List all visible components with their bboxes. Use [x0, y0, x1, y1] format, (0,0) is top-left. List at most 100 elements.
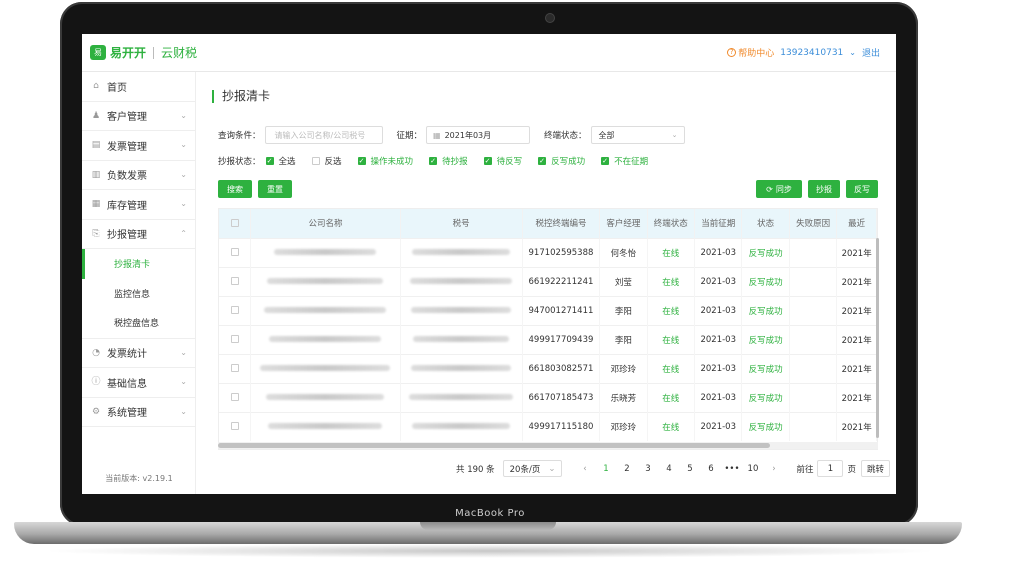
page-number[interactable]: 10 — [742, 464, 763, 474]
sidebar-item[interactable]: ♟ 客户管理 ⌄ — [82, 102, 195, 131]
sidebar-item[interactable]: ◔ 发票统计 ⌄ — [82, 339, 195, 368]
terminal-number-cell: 499917115180 — [522, 411, 601, 441]
page-size-select[interactable]: 20条/页 ⌄ — [502, 460, 563, 477]
status-checkbox[interactable]: ✓ 全选 — [265, 155, 296, 167]
goto-page-input[interactable]: 1 — [817, 460, 844, 477]
table-row[interactable]: 947001271411 李阳 在线 2021-03 反写成功 2021年 — [219, 295, 877, 325]
tax-id-cell — [400, 411, 523, 441]
table-row[interactable]: 917102595388 何冬怡 在线 2021-03 反写成功 2021年 — [219, 237, 877, 267]
sidebar-item[interactable]: ▥ 负数发票 ⌄ — [82, 161, 195, 190]
terminal-status-label: 终端状态： — [544, 131, 587, 141]
row-checkbox-cell[interactable] — [219, 295, 252, 325]
help-center-label: 帮助中心 — [738, 49, 775, 59]
row-checkbox-cell[interactable] — [219, 411, 252, 441]
table-row[interactable]: 499917115180 邓珍玲 在线 2021-03 反写成功 2021年 — [219, 411, 877, 441]
chevron-down-icon[interactable]: ⌄ — [849, 48, 856, 57]
help-center-link[interactable]: ? 帮助中心 — [727, 46, 774, 59]
state-cell: 反写成功 — [741, 295, 790, 325]
company-name-cell — [250, 353, 401, 383]
checkbox-label: 反选 — [324, 157, 342, 167]
row-checkbox[interactable] — [230, 335, 239, 343]
row-checkbox[interactable] — [230, 422, 239, 431]
status-checkbox[interactable]: ✓ 操作未成功 — [357, 155, 413, 167]
row-checkbox[interactable] — [230, 306, 239, 314]
status-checkbox[interactable]: ✓ 待抄报 — [429, 155, 468, 167]
horizontal-scroll-thumb[interactable] — [218, 443, 770, 448]
page-number[interactable]: 2 — [616, 464, 637, 474]
user-phone[interactable]: 13923410731 — [780, 48, 843, 58]
reset-button[interactable]: 重置 — [258, 180, 292, 198]
row-checkbox[interactable] — [230, 364, 239, 372]
redacted-company-name — [269, 336, 382, 342]
jump-button[interactable]: 跳转 — [860, 460, 890, 477]
logo-subtitle: 云财税 — [161, 46, 198, 60]
table-row[interactable]: 499917709439 李阳 在线 2021-03 反写成功 2021年 — [219, 324, 877, 354]
page-number[interactable]: 3 — [637, 464, 658, 474]
app-screen: 易 易开开 云财税 ? 帮助中心 13923410731 ⌄ 退出 ⌂ 首页 ♟ 客户… — [82, 34, 896, 494]
row-checkbox-cell[interactable] — [219, 353, 252, 383]
sidebar-subitem[interactable]: 监控信息 — [82, 279, 195, 309]
sidebar-item-label: 发票统计 — [107, 349, 147, 361]
period-cell: 2021-03 — [694, 237, 743, 267]
period-value: 2021年03月 — [444, 130, 492, 140]
search-button[interactable]: 搜索 — [218, 180, 252, 198]
select-all-checkbox-cell[interactable] — [219, 209, 252, 238]
table-row[interactable]: 661922211241 刘莹 在线 2021-03 反写成功 2021年 — [219, 266, 877, 296]
status-checkbox[interactable]: 反选 — [311, 155, 342, 167]
report-button[interactable]: 抄报 — [808, 180, 840, 198]
redacted-company-name — [264, 307, 387, 313]
row-checkbox[interactable] — [230, 248, 239, 256]
sidebar-item[interactable]: ▦ 库存管理 ⌄ — [82, 190, 195, 220]
next-page-button[interactable]: › — [763, 464, 784, 474]
status-checkbox[interactable]: ✓ 反写成功 — [538, 155, 585, 167]
column-header: 终端状态 — [647, 209, 696, 238]
row-checkbox[interactable] — [230, 393, 239, 401]
page-number[interactable]: 5 — [679, 464, 700, 474]
calendar-icon: ▦ — [433, 130, 441, 140]
table-row[interactable]: 661803082571 邓珍玲 在线 2021-03 反写成功 2021年 — [219, 353, 877, 383]
checkbox-icon — [311, 157, 320, 165]
terminal-status-cell: 在线 — [647, 411, 696, 441]
table-row[interactable]: 661707185473 乐晓芳 在线 2021-03 反写成功 2021年 — [219, 382, 877, 412]
select-all-checkbox[interactable] — [230, 218, 239, 227]
sidebar-item[interactable]: ⓘ 基础信息 ⌄ — [82, 368, 195, 398]
terminal-number-cell: 661803082571 — [522, 353, 601, 383]
terminal-status-cell: 在线 — [647, 266, 696, 296]
redacted-company-name — [266, 394, 385, 400]
prev-page-button[interactable]: ‹ — [574, 464, 595, 474]
search-input[interactable]: 请输入公司名称/公司税号 — [264, 126, 383, 144]
row-checkbox-cell[interactable] — [219, 324, 252, 354]
device-label: MacBook Pro — [455, 508, 525, 519]
sync-button[interactable]: ⟳ 同步 — [756, 180, 802, 198]
page-number[interactable]: 1 — [595, 464, 616, 474]
sidebar-subitem[interactable]: 税控盘信息 — [82, 308, 195, 338]
status-checkbox[interactable]: ✓ 待反写 — [483, 155, 522, 167]
goto-label: 前往 — [796, 464, 814, 475]
period-date-picker[interactable]: ▦ 2021年03月 — [426, 126, 531, 144]
redacted-tax-id — [411, 307, 512, 313]
sidebar-item-label: 发票管理 — [107, 141, 147, 153]
logout-link[interactable]: 退出 — [862, 46, 880, 59]
row-checkbox-cell[interactable] — [219, 382, 252, 412]
row-checkbox[interactable] — [230, 277, 239, 285]
redacted-company-name — [274, 249, 377, 255]
invoice-icon: ▤ — [91, 140, 101, 151]
vertical-scroll-thumb[interactable] — [876, 238, 879, 438]
terminal-status-select[interactable]: 全部 ⌄ — [590, 126, 685, 144]
sidebar-item[interactable]: ⚙ 系统管理 ⌄ — [82, 398, 195, 427]
checkbox-icon: ✓ — [429, 157, 438, 165]
row-checkbox-cell[interactable] — [219, 266, 252, 296]
row-checkbox-cell[interactable] — [219, 237, 252, 267]
sidebar: ⌂ 首页 ♟ 客户管理 ⌄ ▤ 发票管理 ⌄ ▥ 负数发票 ⌄ ▦ 库存管理 ⌄ ⎘ 抄报管理 ⌃ 抄报清卡 监控… — [82, 72, 196, 494]
page-number[interactable]: 4 — [658, 464, 679, 474]
period-cell: 2021-03 — [694, 353, 743, 383]
manager-cell: 李阳 — [599, 295, 648, 325]
sidebar-subitem[interactable]: 抄报清卡 — [82, 249, 195, 279]
page-number[interactable]: ••• — [721, 464, 742, 474]
sidebar-item[interactable]: ⎘ 抄报管理 ⌃ — [82, 220, 195, 249]
page-number[interactable]: 6 — [700, 464, 721, 474]
status-checkbox[interactable]: ✓ 不在征期 — [601, 155, 648, 167]
writeback-button[interactable]: 反写 — [846, 180, 878, 198]
sidebar-item[interactable]: ▤ 发票管理 ⌄ — [82, 131, 195, 161]
sidebar-item[interactable]: ⌂ 首页 — [82, 72, 195, 102]
